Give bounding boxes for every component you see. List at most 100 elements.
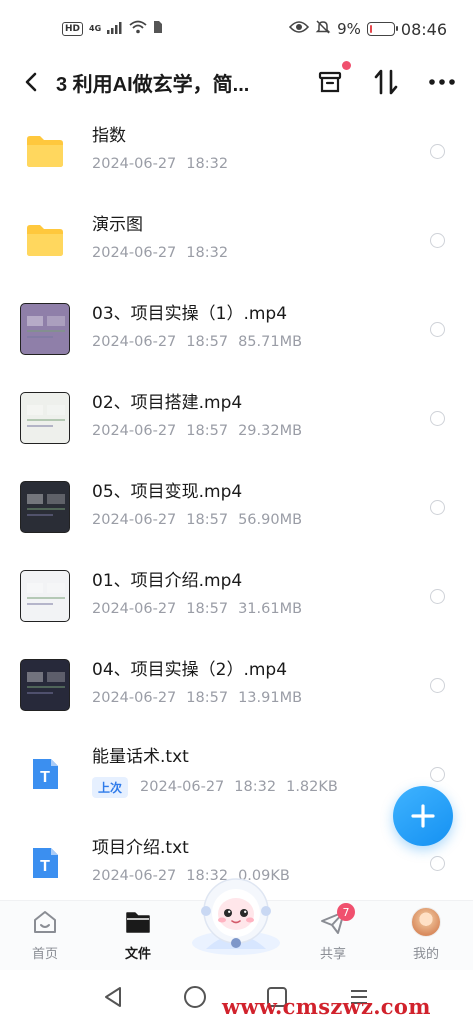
archive-icon[interactable] — [315, 61, 351, 97]
file-details: 2024-06-27 18:57 31.61MB — [92, 601, 302, 617]
file-date: 2024-06-27 — [92, 423, 177, 439]
add-button[interactable] — [393, 786, 453, 846]
file-time: 18:32 — [186, 245, 229, 261]
file-details: 2024-06-27 18:57 29.32MB — [92, 423, 302, 439]
file-meta: 04、项目实操（2）.mp4 2024-06-27 18:57 13.91MB — [92, 660, 303, 706]
file-time: 18:57 — [186, 334, 229, 350]
file-size: 85.71MB — [238, 334, 303, 350]
mascot-assistant-button[interactable] — [188, 873, 284, 957]
eye-icon — [289, 20, 310, 38]
file-row[interactable]: 02、项目搭建.mp4 2024-06-27 18:57 29.32MB — [0, 373, 473, 462]
battery-percent: 9% — [337, 20, 361, 38]
file-name: 02、项目搭建.mp4 — [92, 393, 243, 413]
file-size: 1.82KB — [286, 779, 338, 795]
file-name: 指数 — [92, 126, 126, 146]
sim-icon — [153, 20, 163, 38]
file-row[interactable]: 01、项目介绍.mp4 2024-06-27 18:57 31.61MB — [0, 551, 473, 640]
file-date: 2024-06-27 — [92, 690, 177, 706]
avatar — [411, 907, 441, 937]
file-row[interactable]: 指数 2024-06-27 18:32 — [0, 106, 473, 195]
file-row[interactable]: 03、项目实操（1）.mp4 2024-06-27 18:57 85.71MB — [0, 284, 473, 373]
file-row[interactable]: 05、项目变现.mp4 2024-06-27 18:57 56.90MB — [0, 462, 473, 551]
tab-home[interactable]: 首页 — [15, 907, 75, 962]
file-name: 演示图 — [92, 215, 143, 235]
clock: 08:46 — [400, 19, 447, 39]
file-meta: 演示图 2024-06-27 18:32 — [92, 215, 228, 261]
header-actions — [315, 61, 457, 97]
file-name: 项目介绍.txt — [92, 838, 189, 858]
sort-icon[interactable] — [371, 67, 401, 97]
file-list: 指数 2024-06-27 18:32 演示图 2024-06-27 18:32 03、项目… — [0, 106, 473, 900]
file-name: 能量话术.txt — [92, 746, 189, 767]
svg-text:T: T — [40, 858, 50, 875]
wifi-icon — [129, 20, 147, 38]
home-circle-icon[interactable] — [182, 984, 208, 1010]
file-time: 18:57 — [186, 423, 229, 439]
file-time: 18:57 — [186, 601, 229, 617]
network-type: 4G — [89, 24, 102, 33]
file-time: 18:32 — [234, 779, 277, 795]
tab-label: 首页 — [31, 947, 58, 962]
plus-icon — [411, 804, 435, 828]
file-size: 56.90MB — [238, 512, 303, 528]
file-date: 2024-06-27 — [140, 779, 225, 795]
more-icon[interactable] — [427, 67, 457, 97]
video-thumbnail — [20, 658, 70, 711]
file-date: 2024-06-27 — [92, 245, 177, 261]
file-meta: 指数 2024-06-27 18:32 — [92, 126, 228, 172]
tab-share[interactable]: 7 共享 — [303, 903, 363, 962]
file-row[interactable]: 04、项目实操（2）.mp4 2024-06-27 18:57 13.91MB — [0, 640, 473, 729]
last-opened-badge: 上次 — [92, 776, 129, 798]
file-meta: 01、项目介绍.mp4 2024-06-27 18:57 31.61MB — [92, 571, 302, 617]
video-thumbnail — [20, 391, 70, 444]
file-row[interactable]: 演示图 2024-06-27 18:32 — [0, 195, 473, 284]
file-details: 2024-06-27 18:32 — [92, 245, 228, 261]
file-size: 13.91MB — [238, 690, 303, 706]
select-radio[interactable] — [430, 588, 445, 604]
text-file-icon: T — [20, 749, 70, 799]
file-details: 2024-06-27 18:32 — [92, 156, 228, 172]
select-radio[interactable] — [430, 499, 445, 515]
file-time: 18:32 — [186, 156, 229, 172]
select-radio[interactable] — [430, 410, 445, 426]
file-size: 29.32MB — [238, 423, 303, 439]
header: 3 利用AI做玄学，简... — [0, 58, 473, 106]
tab-label: 我的 — [412, 947, 439, 962]
folder-icon — [20, 215, 70, 265]
file-meta: 能量话术.txt 上次 2024-06-27 18:32 1.82KB — [92, 747, 338, 798]
tab-label: 文件 — [124, 947, 151, 962]
tab-label: 共享 — [319, 947, 346, 962]
file-meta: 03、项目实操（1）.mp4 2024-06-27 18:57 85.71MB — [92, 304, 302, 350]
tab-files[interactable]: 文件 — [108, 907, 168, 962]
file-details: 2024-06-27 18:57 85.71MB — [92, 334, 302, 350]
select-radio[interactable] — [430, 855, 445, 871]
watermark-text: www.cmszwz.com — [222, 994, 431, 1019]
file-date: 2024-06-27 — [92, 601, 177, 617]
file-name: 03、项目实操（1）.mp4 — [92, 304, 288, 324]
video-thumbnail — [20, 569, 70, 622]
file-name: 04、项目实操（2）.mp4 — [92, 660, 288, 680]
mute-bell-icon — [315, 19, 331, 39]
hd-indicator: HD — [62, 22, 84, 36]
select-radio[interactable] — [430, 321, 445, 337]
video-thumbnail — [20, 302, 70, 355]
select-radio[interactable] — [430, 677, 445, 693]
chevron-left-icon[interactable] — [20, 71, 42, 93]
file-meta: 02、项目搭建.mp4 2024-06-27 18:57 29.32MB — [92, 393, 302, 439]
tab-me[interactable]: 我的 — [396, 907, 456, 962]
battery-icon — [366, 22, 398, 36]
select-radio[interactable] — [430, 143, 445, 159]
signal-icon — [107, 20, 123, 38]
status-bar: HD 4G 9% 08:46 — [0, 0, 473, 58]
back-triangle-icon[interactable] — [100, 984, 126, 1010]
status-right: 9% 08:46 — [289, 19, 447, 39]
file-date: 2024-06-27 — [92, 156, 177, 172]
text-file-icon: T — [20, 838, 70, 888]
file-date: 2024-06-27 — [92, 334, 177, 350]
file-name: 05、项目变现.mp4 — [92, 482, 243, 502]
video-thumbnail — [20, 480, 70, 533]
select-radio[interactable] — [430, 766, 445, 782]
page-title: 3 利用AI做玄学，简... — [56, 73, 250, 96]
home-icon — [30, 907, 60, 937]
select-radio[interactable] — [430, 232, 445, 248]
